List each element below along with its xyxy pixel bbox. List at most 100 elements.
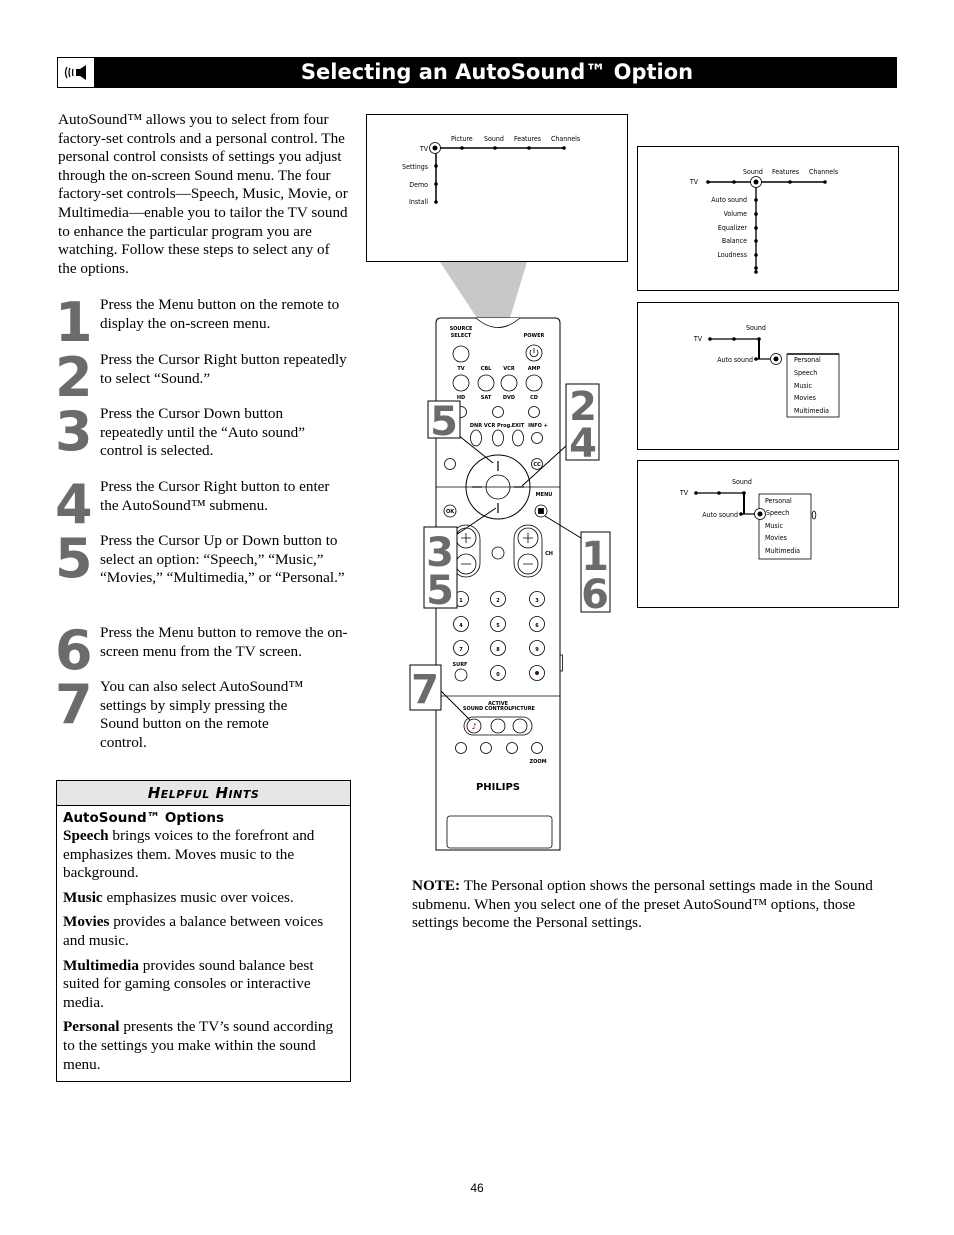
page-number: 46 bbox=[470, 1181, 484, 1195]
step-text: You can also select AutoSound™ settings … bbox=[100, 678, 304, 751]
svg-text:CD: CD bbox=[530, 395, 538, 401]
cursor-icon bbox=[770, 353, 782, 365]
svg-text:TV: TV bbox=[693, 335, 703, 343]
hint-item: Speech brings voices to the forefront an… bbox=[63, 827, 315, 882]
svg-text:Sound: Sound bbox=[746, 324, 766, 332]
svg-text:Music: Music bbox=[765, 522, 783, 530]
svg-text:Channels: Channels bbox=[809, 168, 838, 176]
svg-text:OK: OK bbox=[446, 509, 455, 515]
svg-text:PICTURE: PICTURE bbox=[511, 706, 536, 712]
svg-text:Install: Install bbox=[409, 198, 428, 206]
svg-text:TV: TV bbox=[689, 178, 699, 186]
svg-text:Picture: Picture bbox=[451, 135, 473, 143]
svg-text:Auto sound: Auto sound bbox=[711, 196, 747, 204]
svg-text:CC: CC bbox=[533, 462, 541, 468]
svg-text:Sound: Sound bbox=[732, 478, 752, 486]
svg-text:Personal: Personal bbox=[765, 497, 792, 505]
svg-text:Auto sound: Auto sound bbox=[702, 511, 738, 519]
svg-text:Loudness: Loudness bbox=[717, 251, 747, 259]
svg-text:9: 9 bbox=[535, 647, 539, 653]
callout-step: 4 bbox=[569, 421, 597, 467]
brand-logo: PHILIPS bbox=[476, 782, 520, 793]
page-title: Selecting an AutoSound™ Option bbox=[300, 60, 694, 84]
svg-text:2: 2 bbox=[496, 598, 500, 604]
svg-text:HD: HD bbox=[457, 395, 465, 401]
hint-item: Multimedia provides sound balance best s… bbox=[63, 956, 314, 1011]
callout-step: 6 bbox=[581, 572, 609, 618]
svg-text:SOURCE: SOURCE bbox=[450, 326, 473, 332]
step-number: 5 bbox=[55, 527, 93, 590]
svg-text:Features: Features bbox=[772, 168, 799, 176]
svg-text:Multimedia: Multimedia bbox=[765, 547, 800, 555]
step-number: 1 bbox=[55, 291, 93, 354]
tv-main-menu-screen: TV Picture Sound Features Channels Setti… bbox=[366, 114, 628, 262]
hints-subtitle: AutoSound™ Options bbox=[63, 810, 225, 826]
svg-text:DNR: DNR bbox=[470, 423, 482, 429]
svg-text:Sound: Sound bbox=[743, 168, 763, 176]
svg-text:Equalizer: Equalizer bbox=[718, 224, 748, 232]
step-number: 3 bbox=[55, 400, 93, 463]
step-text: Press the Cursor Right button to enter t… bbox=[100, 478, 330, 514]
svg-text:SAT: SAT bbox=[481, 395, 492, 401]
step-number: 6 bbox=[55, 619, 93, 682]
svg-text:CBL: CBL bbox=[481, 366, 492, 372]
svg-text:CONTROL: CONTROL bbox=[485, 706, 513, 712]
svg-text:EXIT: EXIT bbox=[512, 423, 525, 429]
svg-text:4: 4 bbox=[459, 623, 463, 629]
svg-text:3: 3 bbox=[535, 598, 539, 604]
svg-text:Speech: Speech bbox=[794, 369, 817, 377]
svg-text:6: 6 bbox=[535, 623, 539, 629]
svg-text:Balance: Balance bbox=[722, 237, 747, 245]
callout-step: 7 bbox=[411, 667, 439, 713]
step-number: 4 bbox=[55, 473, 93, 536]
svg-text:Demo: Demo bbox=[409, 181, 428, 189]
cursor-icon bbox=[429, 142, 441, 154]
svg-text:8: 8 bbox=[496, 647, 500, 653]
callout-step: 5 bbox=[426, 568, 454, 614]
svg-text:Speech: Speech bbox=[766, 509, 789, 517]
svg-text:SOUND: SOUND bbox=[463, 706, 483, 712]
hint-item: Movies provides a balance between voices… bbox=[63, 913, 324, 949]
hint-item: Personal presents the TV’s sound accordi… bbox=[63, 1018, 334, 1073]
note-paragraph: NOTE: The Personal option shows the pers… bbox=[412, 877, 873, 932]
svg-text:TV: TV bbox=[419, 145, 429, 153]
hints-title: Helpful Hints bbox=[57, 781, 350, 806]
svg-text:MENU: MENU bbox=[536, 492, 553, 498]
step-text: Press the Cursor Right button repeatedly… bbox=[100, 351, 347, 387]
svg-text:ZOOM: ZOOM bbox=[529, 759, 546, 765]
svg-text:Movies: Movies bbox=[765, 534, 787, 542]
svg-text:Multimedia: Multimedia bbox=[794, 407, 829, 415]
step-text: Press the Menu button to remove the on-s… bbox=[100, 624, 348, 660]
svg-text:Personal: Personal bbox=[794, 356, 821, 364]
step-text: Press the Cursor Down button repeatedly … bbox=[100, 405, 305, 460]
svg-text:Channels: Channels bbox=[551, 135, 580, 143]
speaker-sound-icon bbox=[57, 57, 95, 88]
svg-text:Features: Features bbox=[514, 135, 541, 143]
svg-text:Sound: Sound bbox=[484, 135, 504, 143]
step-number: 7 bbox=[55, 673, 93, 736]
hint-item: Music emphasizes music over voices. bbox=[63, 888, 294, 906]
svg-text:DVD: DVD bbox=[503, 395, 515, 401]
svg-text:POWER: POWER bbox=[524, 333, 545, 339]
svg-text:TV: TV bbox=[679, 489, 689, 497]
svg-text:5: 5 bbox=[496, 623, 500, 629]
step-text: Press the Menu button on the remote to d… bbox=[100, 296, 340, 332]
helpful-hints-box: Helpful Hints AutoSound™ Options Speech … bbox=[56, 780, 351, 1082]
callout-step: 5 bbox=[430, 399, 458, 445]
svg-text:0: 0 bbox=[496, 672, 500, 678]
step-number: 2 bbox=[55, 346, 93, 409]
ir-beam bbox=[440, 262, 527, 318]
remote-control-illustration: SOURCESELECT POWER TV CBL VCR AMP HD SAT DVD C… bbox=[409, 262, 611, 851]
svg-text:VCR Prog.: VCR Prog. bbox=[484, 423, 512, 429]
svg-text:CH: CH bbox=[545, 551, 553, 557]
svg-text:1: 1 bbox=[459, 598, 463, 604]
scroll-updown-icon bbox=[811, 510, 817, 520]
svg-text:Movies: Movies bbox=[794, 394, 816, 402]
svg-text:SURF: SURF bbox=[453, 662, 468, 668]
step-text: Press the Cursor Up or Down button to se… bbox=[100, 532, 345, 587]
svg-text:INFO +: INFO + bbox=[528, 423, 548, 429]
tv-autosound-menu-screen: TV Sound Auto sound Personal Speech Musi… bbox=[637, 302, 899, 450]
intro-paragraph: AutoSound™ allows you to select from fou… bbox=[58, 111, 348, 277]
svg-text:SELECT: SELECT bbox=[451, 333, 472, 339]
tv-sound-menu-screen: TV Sound Features Channels Auto sound Vo… bbox=[637, 146, 899, 291]
